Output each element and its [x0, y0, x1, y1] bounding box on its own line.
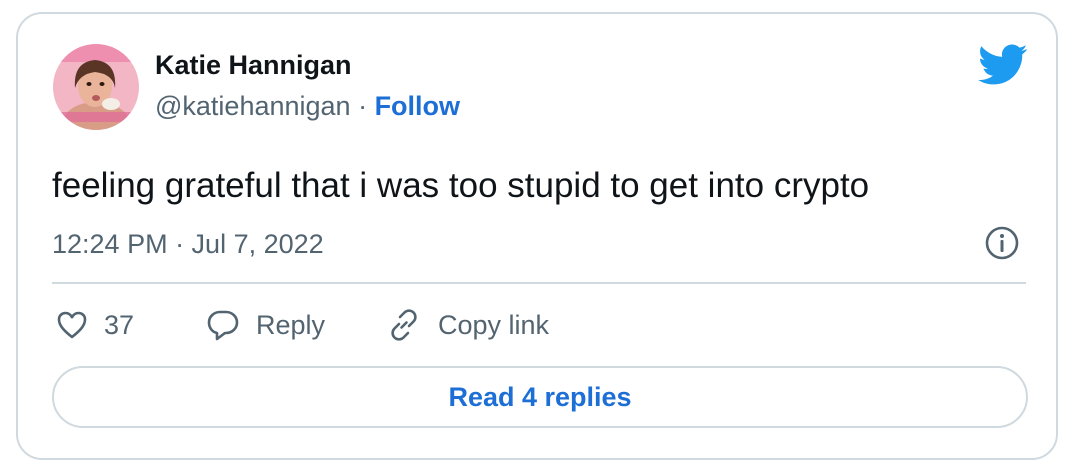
author-handle[interactable]: @katiehannigan — [155, 91, 351, 121]
profile-avatar[interactable] — [53, 44, 139, 130]
divider — [52, 282, 1026, 284]
follow-link[interactable]: Follow — [375, 91, 460, 121]
reply-button[interactable]: Reply — [206, 305, 325, 345]
reply-bubble-icon — [207, 310, 239, 341]
info-icon[interactable] — [984, 225, 1020, 261]
author-name[interactable]: Katie Hannigan — [155, 50, 352, 81]
reply-label: Reply — [256, 309, 326, 340]
heart-icon — [57, 311, 87, 339]
like-count: 37 — [104, 309, 135, 340]
like-button[interactable]: 37 — [56, 305, 134, 345]
tweet-card: Katie Hannigan @katiehannigan · Follow f… — [16, 12, 1058, 460]
copy-link-button[interactable]: Copy link — [386, 305, 549, 345]
copy-link-label: Copy link — [438, 309, 550, 340]
link-icon — [391, 309, 417, 341]
separator-dot: · — [350, 91, 375, 121]
tweet-text: feeling grateful that i was too stupid t… — [52, 166, 870, 205]
tweet-timestamp[interactable]: 12:24 PM · Jul 7, 2022 — [52, 229, 324, 260]
handle-row: @katiehannigan · Follow — [155, 91, 460, 122]
read-replies-button[interactable]: Read 4 replies — [52, 366, 1028, 428]
twitter-bird-icon[interactable] — [978, 44, 1028, 86]
